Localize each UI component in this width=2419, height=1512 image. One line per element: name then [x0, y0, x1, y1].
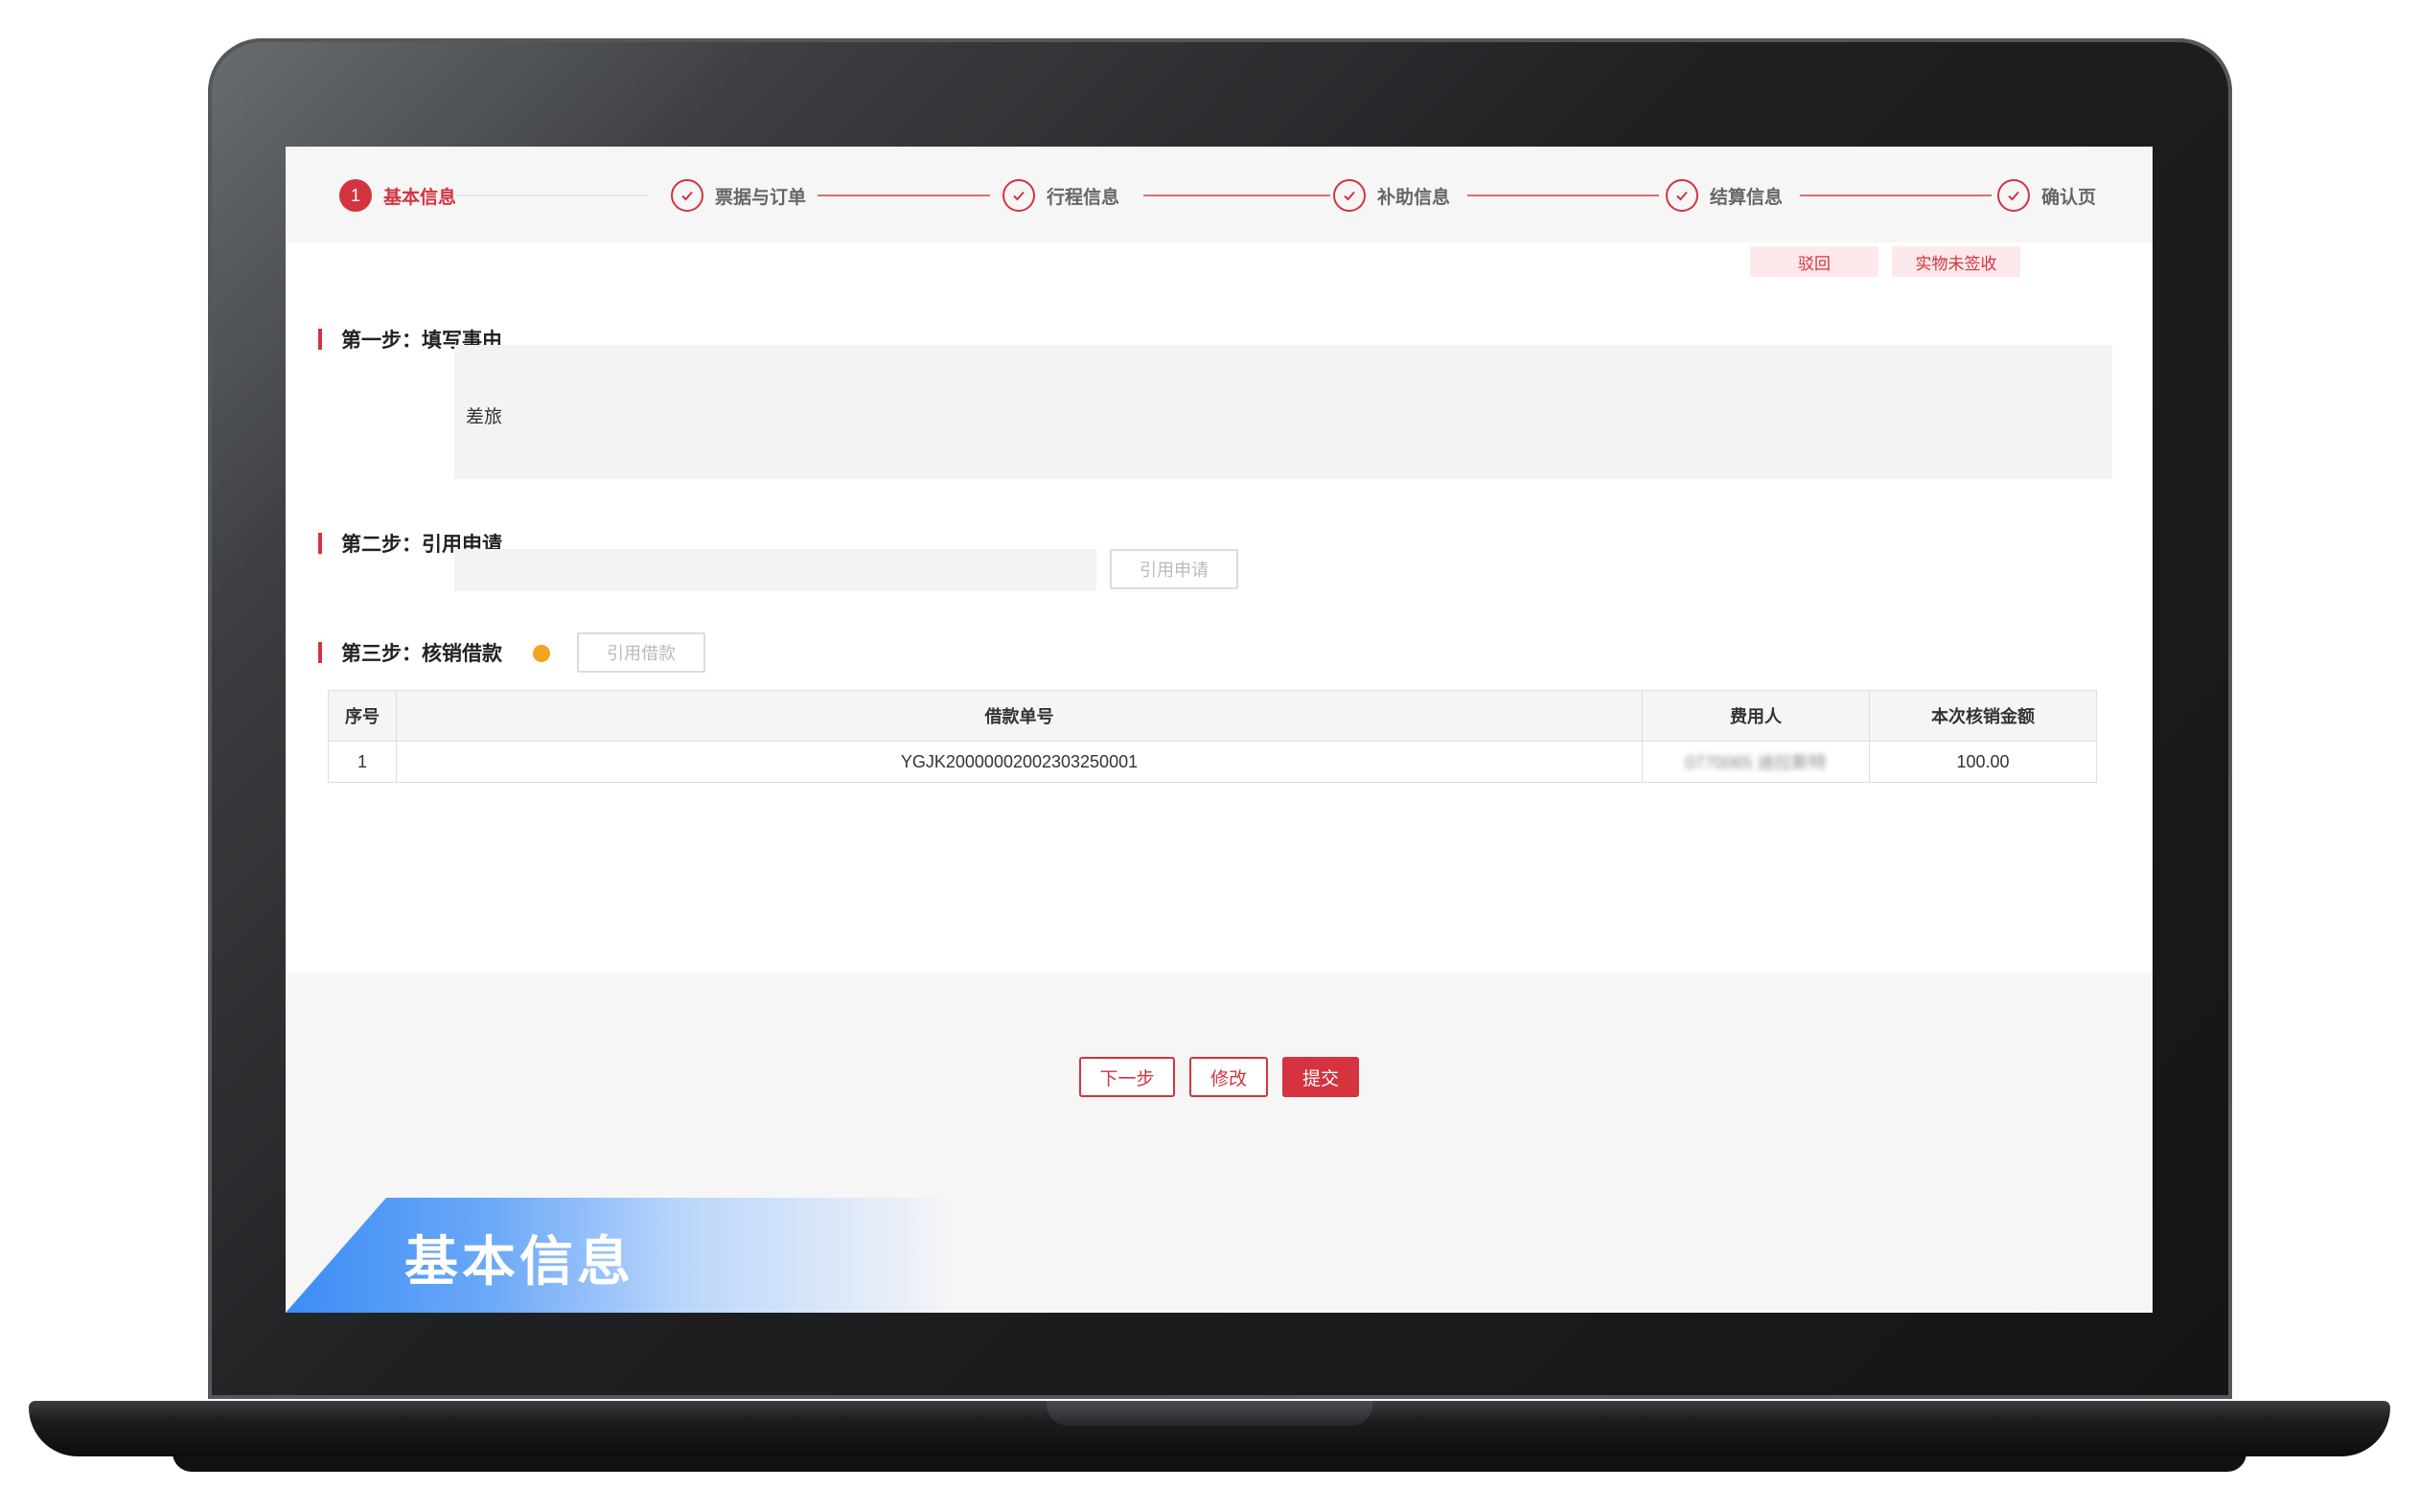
- laptop-notch: [1047, 1401, 1372, 1426]
- cell-payer: 0770065 迪拉斯特: [1642, 741, 1870, 783]
- section-accent-bar: [318, 329, 322, 350]
- unsigned-button[interactable]: 实物未签收: [1892, 246, 2020, 277]
- check-icon: [1002, 179, 1035, 212]
- laptop-screen: 1 基本信息 票据与订单 行程信息 补助信息 结算信息 确认页 驳回 实物未签收…: [286, 147, 2153, 1313]
- cell-index: 1: [328, 741, 397, 783]
- col-header-amount: 本次核销金额: [1869, 690, 2097, 742]
- col-header-index: 序号: [328, 690, 397, 742]
- section-accent-bar: [318, 642, 322, 663]
- reason-field[interactable]: 差旅: [454, 345, 2112, 479]
- section-banner: 基本信息: [286, 1198, 956, 1313]
- step-label: 票据与订单: [715, 187, 807, 208]
- step-basic-info[interactable]: 1 基本信息: [339, 178, 456, 213]
- step-connector: [1800, 195, 1992, 196]
- step-connector: [1143, 195, 1330, 196]
- check-icon: [1333, 179, 1366, 212]
- step-connector: [1467, 195, 1659, 196]
- next-step-button[interactable]: 下一步: [1079, 1057, 1175, 1097]
- step-label: 补助信息: [1377, 187, 1451, 208]
- check-icon: [671, 179, 703, 212]
- blurred-payer: 0770065 迪拉斯特: [1685, 753, 1827, 772]
- step-connector: [456, 195, 648, 196]
- check-icon: [1997, 179, 2030, 212]
- step-itinerary[interactable]: 行程信息: [1002, 178, 1119, 213]
- loan-table: 序号 借款单号 费用人 本次核销金额 1 YGJK200000020023032…: [328, 690, 2097, 783]
- main-content: 驳回 实物未签收 第一步：填写事由 差旅 第二步：引用申请 引用申请 第三步：核…: [286, 242, 2153, 973]
- step-connector: [818, 195, 990, 196]
- section-loan-title: 第三步：核销借款: [318, 639, 502, 666]
- step-allowance[interactable]: 补助信息: [1333, 178, 1450, 213]
- step-settlement[interactable]: 结算信息: [1666, 178, 1783, 213]
- step-label: 行程信息: [1047, 187, 1120, 208]
- step-confirm[interactable]: 确认页: [1997, 178, 2096, 213]
- step-number-icon: 1: [339, 179, 372, 212]
- cite-loan-button[interactable]: 引用借款: [577, 632, 705, 673]
- col-header-payer: 费用人: [1642, 690, 1870, 742]
- check-icon: [1666, 179, 1698, 212]
- application-input[interactable]: [454, 549, 1096, 591]
- banner-text: 基本信息: [404, 1231, 634, 1292]
- step-label: 结算信息: [1710, 187, 1784, 208]
- section-title-text: 第三步：核销借款: [341, 643, 502, 665]
- step-label: 确认页: [2041, 187, 2097, 208]
- step-invoices-orders[interactable]: 票据与订单: [671, 178, 806, 213]
- reject-button[interactable]: 驳回: [1750, 246, 1878, 277]
- warning-dot-icon: [533, 645, 550, 662]
- cell-amount: 100.00: [1869, 741, 2097, 783]
- stepper: 1 基本信息 票据与订单 行程信息 补助信息 结算信息 确认页: [286, 147, 2153, 242]
- table-header-row: 序号 借款单号 费用人 本次核销金额: [328, 690, 2097, 742]
- section-accent-bar: [318, 533, 322, 554]
- submit-button[interactable]: 提交: [1282, 1057, 1359, 1097]
- col-header-loan-no: 借款单号: [396, 690, 1643, 742]
- table-row[interactable]: 1 YGJK20000002002303250001 0770065 迪拉斯特 …: [328, 741, 2097, 783]
- cite-application-button[interactable]: 引用申请: [1110, 549, 1238, 589]
- cell-loan-no: YGJK20000002002303250001: [396, 741, 1643, 783]
- edit-button[interactable]: 修改: [1189, 1057, 1268, 1097]
- step-label: 基本信息: [383, 187, 457, 208]
